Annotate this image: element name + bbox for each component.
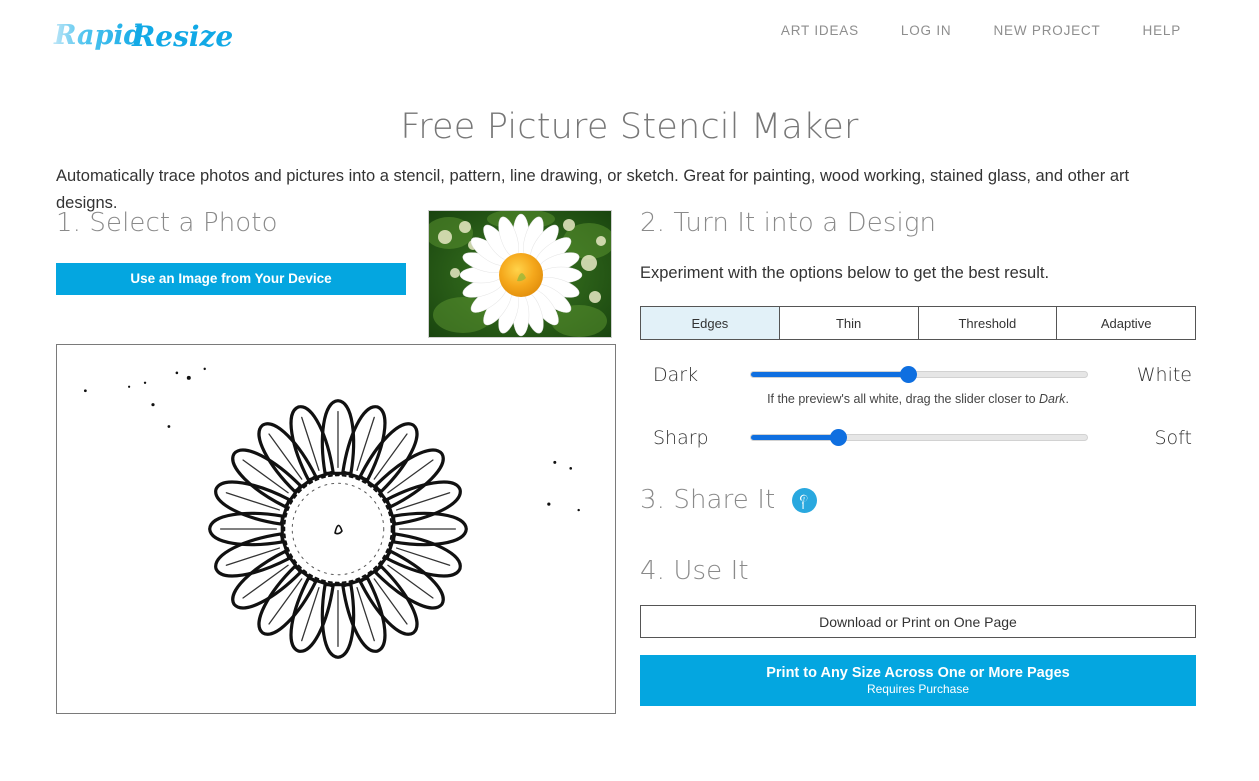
pinterest-glyph-icon [799, 494, 808, 509]
print-any-size-button[interactable]: Print to Any Size Across One or More Pag… [640, 655, 1196, 706]
source-photo-thumbnail[interactable] [428, 210, 612, 338]
step2-heading: 2. Turn It into a Design [640, 208, 937, 238]
step4-heading: 4. Use It [640, 556, 749, 586]
soft-label: Soft [1154, 427, 1193, 449]
tab-threshold[interactable]: Threshold [918, 307, 1058, 339]
dark-white-slider-fill [751, 372, 909, 377]
nav-item-art-ideas[interactable]: ART IDEAS [781, 23, 859, 38]
hint-emphasis: Dark [1039, 392, 1066, 406]
nav-item-help[interactable]: HELP [1143, 23, 1181, 38]
site-header: Rapid Resizer ART IDEAS LOG IN NEW PROJE… [0, 0, 1259, 66]
sharp-soft-slider-fill [751, 435, 839, 440]
daisy-photo-icon [429, 211, 611, 337]
print-button-secondary-label: Requires Purchase [866, 682, 970, 696]
tab-edges[interactable]: Edges [641, 307, 780, 339]
svg-text:Rapid: Rapid [53, 20, 143, 51]
tab-adaptive[interactable]: Adaptive [1057, 307, 1195, 339]
page-title: Free Picture Stencil Maker [400, 107, 859, 148]
white-label: White [1136, 364, 1192, 386]
pinterest-icon[interactable] [792, 488, 817, 513]
hint-text-after: . [1065, 392, 1069, 406]
dark-white-slider[interactable] [750, 366, 1088, 383]
slider-hint: If the preview's all white, drag the sli… [640, 392, 1196, 406]
step1-heading: 1. Select a Photo [56, 208, 278, 238]
nav-item-log-in[interactable]: LOG IN [901, 23, 952, 38]
sharp-soft-slider[interactable] [750, 429, 1088, 446]
use-image-from-device-button[interactable]: Use an Image from Your Device [56, 263, 406, 295]
dark-label: Dark [653, 364, 699, 386]
dark-white-slider-thumb[interactable] [900, 366, 918, 383]
daisy-stencil-icon [57, 345, 615, 713]
sharp-soft-slider-row: Sharp Soft [640, 423, 1196, 453]
logo-wordmark-icon: Rapid Resizer [53, 20, 250, 53]
hint-text-before: If the preview's all white, drag the sli… [767, 392, 1040, 406]
svg-text:Resizer: Resizer [131, 20, 232, 53]
stencil-preview [56, 344, 616, 714]
step2-subtitle: Experiment with the options below to get… [640, 264, 1050, 282]
step3-heading: 3. Share It [640, 485, 776, 515]
main-nav: ART IDEAS LOG IN NEW PROJECT HELP [781, 23, 1181, 38]
rapid-resizer-logo[interactable]: Rapid Resizer [52, 14, 250, 56]
print-button-primary-label: Print to Any Size Across One or More Pag… [766, 665, 1070, 681]
download-or-print-one-page-button[interactable]: Download or Print on One Page [640, 605, 1196, 638]
nav-item-new-project[interactable]: NEW PROJECT [993, 23, 1100, 38]
sharp-label: Sharp [653, 427, 709, 449]
tab-thin[interactable]: Thin [779, 307, 919, 339]
design-mode-tabs: Edges Thin Threshold Adaptive [640, 306, 1196, 340]
dark-white-slider-row: Dark White [640, 360, 1196, 390]
stencil-maker-page: Rapid Resizer ART IDEAS LOG IN NEW PROJE… [0, 0, 1259, 781]
sharp-soft-slider-thumb[interactable] [829, 429, 847, 446]
